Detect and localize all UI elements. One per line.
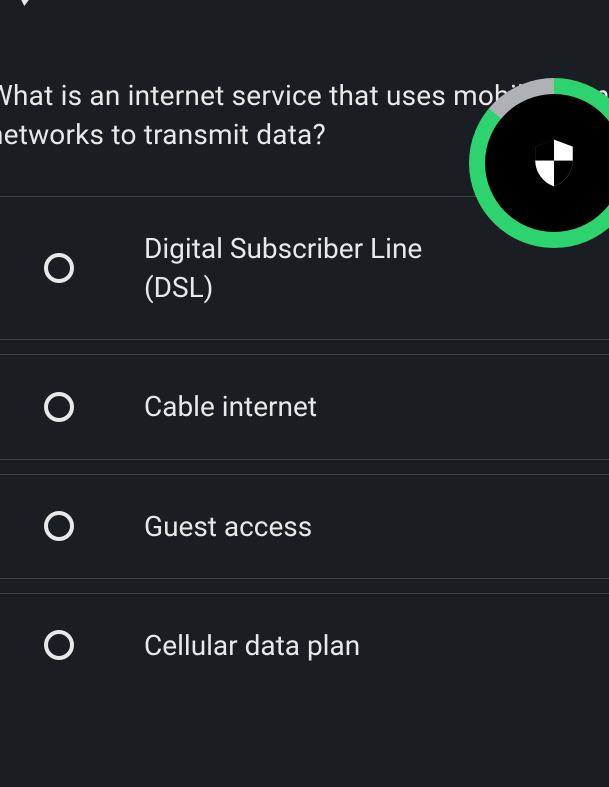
option-1[interactable]: Cable internet <box>0 354 609 459</box>
options-list: Digital Subscriber Line (DSL) Cable inte… <box>0 196 609 739</box>
option-label: Guest access <box>144 507 312 546</box>
option-3[interactable]: Cellular data plan <box>0 593 609 725</box>
radio-icon <box>44 392 74 422</box>
option-label: Digital Subscriber Line (DSL) <box>144 229 444 307</box>
option-label: Cellular data plan <box>144 626 360 665</box>
radio-icon <box>44 253 74 283</box>
option-2[interactable]: Guest access <box>0 474 609 579</box>
progress-badge[interactable] <box>469 78 609 248</box>
radio-icon <box>44 511 74 541</box>
option-label: Cable internet <box>144 387 317 426</box>
shield-icon <box>526 135 582 191</box>
radio-icon <box>44 630 74 660</box>
dropdown-caret-icon <box>14 0 35 7</box>
